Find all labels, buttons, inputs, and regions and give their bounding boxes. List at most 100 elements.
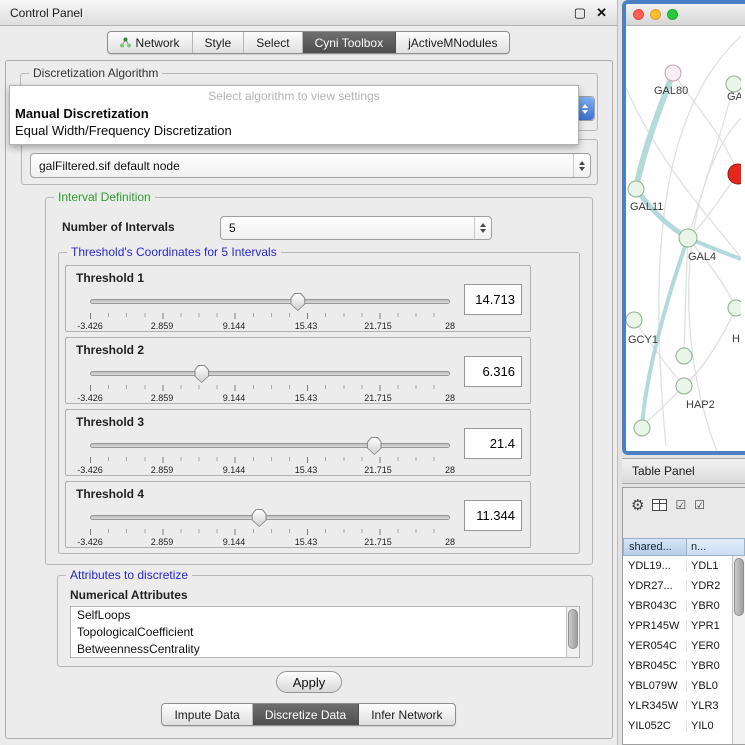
control-panel-title: Control Panel [10, 6, 83, 20]
tick-label: 15.43 [295, 465, 318, 475]
scrollbar-thumb[interactable] [734, 558, 744, 616]
table-row[interactable]: YDR27... YDR2 [623, 576, 745, 596]
tab-label: Select [256, 36, 289, 50]
thresholds-group-label: Threshold's Coordinates for 5 Intervals [67, 245, 281, 259]
cyni-toolbox-panel: Discretization Algorithm Select algorith… [5, 60, 613, 739]
threshold-slider[interactable]: -3.4262.8599.14415.4321.71528 [90, 508, 450, 548]
tab-impute-data[interactable]: Impute Data [162, 704, 252, 725]
attribute-list-item[interactable]: SelfLoops [71, 607, 579, 624]
slider-tick-labels: -3.4262.8599.14415.4321.71528 [90, 393, 450, 404]
network-node-selected[interactable] [728, 164, 741, 184]
threshold-slider[interactable]: -3.4262.8599.14415.4321.71528 [90, 436, 450, 476]
tab-cyni-toolbox[interactable]: Cyni Toolbox [303, 32, 396, 53]
table-row[interactable]: YPR145W YPR1 [623, 616, 745, 636]
table-row[interactable]: YBR045C YBR0 [623, 656, 745, 676]
cell-shared-name[interactable]: YIL052C [623, 720, 687, 732]
slider-thumb[interactable] [194, 365, 209, 383]
table-row[interactable]: YBR043C YBR0 [623, 596, 745, 616]
network-node[interactable] [626, 312, 642, 328]
float-window-icon[interactable]: ▢ [574, 5, 586, 21]
tab-infer-network[interactable]: Infer Network [359, 704, 454, 725]
network-node[interactable] [628, 181, 644, 197]
tab-label: jActiveMNodules [408, 36, 497, 50]
cell-shared-name[interactable]: YDL19... [623, 560, 687, 572]
tick-label: 28 [445, 465, 455, 475]
slider-track[interactable] [90, 443, 450, 448]
attribute-list-item[interactable]: TopologicalCoefficient [71, 624, 579, 641]
cell-shared-name[interactable]: YLR345W [623, 700, 687, 712]
tab-network[interactable]: Network [108, 32, 193, 53]
column-header-shared-name[interactable]: shared... [623, 538, 687, 556]
table-data-combobox[interactable]: galFiltered.sif default node [30, 153, 591, 178]
tab-discretize-data[interactable]: Discretize Data [253, 704, 359, 725]
select-all-checkbox-icon[interactable]: ☑ [675, 499, 686, 511]
tick-label: -3.426 [77, 393, 103, 403]
slider-thumb[interactable] [252, 509, 267, 527]
node-label-hap2: HAP2 [686, 399, 715, 411]
scrollbar-thumb[interactable] [568, 609, 578, 649]
table-row[interactable]: YER054C YER0 [623, 636, 745, 656]
tab-jactivemnodules[interactable]: jActiveMNodules [396, 32, 509, 53]
slider-tick-labels: -3.4262.8599.14415.4321.71528 [90, 537, 450, 548]
network-node[interactable] [726, 76, 741, 92]
tab-style[interactable]: Style [193, 32, 245, 53]
columns-icon[interactable] [652, 499, 667, 511]
cell-shared-name[interactable]: YBR043C [623, 600, 687, 612]
threshold-value-field[interactable]: 21.4 [464, 428, 522, 459]
popup-option-equal-width-frequency[interactable]: Equal Width/Frequency Discretization [10, 122, 578, 139]
threshold-slider[interactable]: -3.4262.8599.14415.4321.71528 [90, 292, 450, 332]
gear-icon[interactable]: ⚙ [631, 498, 644, 513]
cell-shared-name[interactable]: YBR045C [623, 660, 687, 672]
threshold-value-field[interactable]: 6.316 [464, 356, 522, 387]
threshold-label: Threshold 1 [76, 271, 144, 285]
thresholds-group: Threshold's Coordinates for 5 Intervals … [58, 252, 580, 554]
slider-thumb[interactable] [367, 437, 382, 455]
attributes-group: Attributes to discretize Numerical Attri… [57, 575, 593, 667]
threshold-panel: Threshold 4 -3.4262.8599.14415.4321.7152… [65, 481, 531, 548]
numerical-attributes-list[interactable]: SelfLoopsTopologicalCoefficientBetweenne… [70, 606, 580, 658]
node-label-gal80: GAL80 [654, 85, 688, 97]
tab-label: Cyni Toolbox [315, 36, 383, 50]
cell-shared-name[interactable]: YER054C [623, 640, 687, 652]
network-node[interactable] [665, 65, 681, 81]
threshold-value-field[interactable]: 14.713 [464, 284, 522, 315]
table-row[interactable]: YBL079W YBL0 [623, 676, 745, 696]
cell-shared-name[interactable]: YPR145W [623, 620, 687, 632]
network-node[interactable] [679, 229, 697, 247]
cell-shared-name[interactable]: YDR27... [623, 580, 687, 592]
tick-label: -3.426 [77, 465, 103, 475]
bottom-tabs: Impute DataDiscretize DataInfer Network [161, 703, 455, 726]
combo-arrows-icon[interactable] [474, 217, 491, 239]
number-of-intervals-combobox[interactable]: 5 [220, 216, 492, 240]
select-none-checkbox-icon[interactable]: ☑ [694, 499, 705, 511]
tab-select[interactable]: Select [244, 32, 302, 53]
table-row[interactable]: YIL052C YIL0 [623, 716, 745, 736]
slider-track[interactable] [90, 515, 450, 520]
combo-arrows-icon[interactable] [573, 154, 590, 177]
table-row[interactable]: YLR345W YLR3 [623, 696, 745, 716]
network-node[interactable] [728, 300, 741, 316]
slider-track[interactable] [90, 371, 450, 376]
slider-thumb[interactable] [290, 293, 305, 311]
network-node[interactable] [676, 348, 692, 364]
close-traffic-light-button[interactable] [633, 9, 644, 20]
threshold-value-field[interactable]: 11.344 [464, 500, 522, 531]
column-header-name[interactable]: n... [687, 538, 745, 556]
slider-track[interactable] [90, 299, 450, 304]
close-icon[interactable]: ✕ [596, 5, 607, 21]
cell-shared-name[interactable]: YBL079W [623, 680, 687, 692]
scrollbar[interactable] [732, 556, 745, 744]
slider-tick-labels: -3.4262.8599.14415.4321.71528 [90, 321, 450, 332]
popup-hint: Select algorithm to view settings [10, 86, 578, 105]
zoom-traffic-light-button[interactable] [667, 9, 678, 20]
network-canvas[interactable]: GAL80 GA GAL11 GAL4 GCY1 H HAP2 [626, 26, 745, 451]
network-node[interactable] [676, 378, 692, 394]
attribute-list-item[interactable]: BetweennessCentrality [71, 641, 579, 658]
minimize-traffic-light-button[interactable] [650, 9, 661, 20]
apply-button[interactable]: Apply [276, 671, 342, 693]
table-row[interactable]: YDL19... YDL1 [623, 556, 745, 576]
scrollbar[interactable] [566, 607, 579, 657]
threshold-slider[interactable]: -3.4262.8599.14415.4321.71528 [90, 364, 450, 404]
network-node[interactable] [634, 420, 650, 436]
popup-option-manual-discretization[interactable]: Manual Discretization [10, 105, 578, 122]
